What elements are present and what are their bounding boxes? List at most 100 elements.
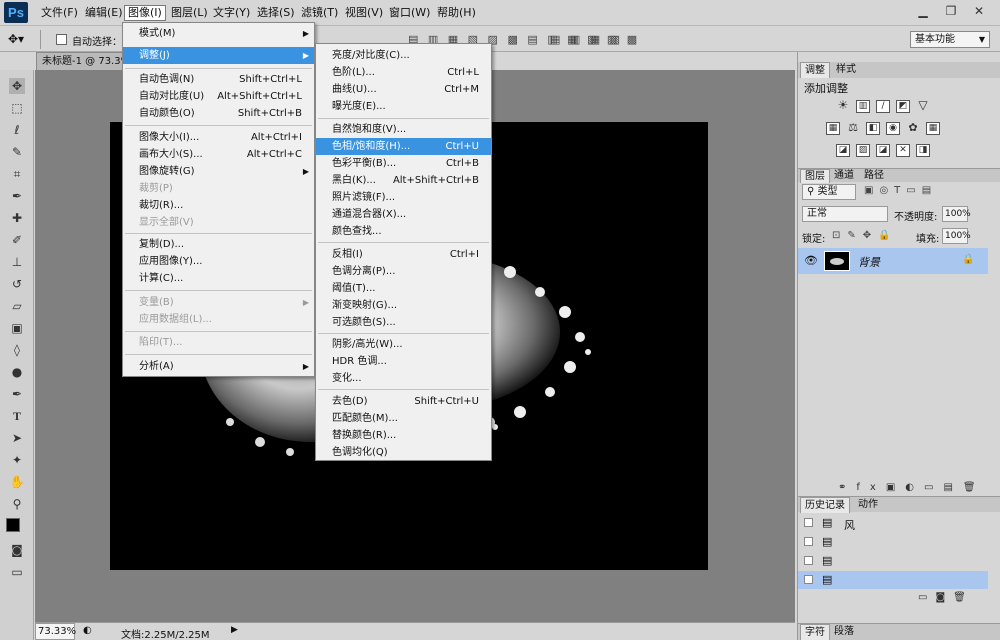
quick-select-tool-icon[interactable]: ✎ xyxy=(9,144,25,160)
menu-window[interactable]: 窗口(W) xyxy=(386,6,433,22)
history-checkbox[interactable] xyxy=(804,518,813,527)
menu-item-variables[interactable]: 变量(B) ▶ xyxy=(123,294,314,311)
tab-paragraph[interactable]: 段落 xyxy=(830,624,858,640)
color-balance-icon[interactable]: ⚖ xyxy=(846,122,860,135)
gradient-map-icon[interactable]: ✕ xyxy=(896,144,910,157)
history-item-selected[interactable]: ▤ xyxy=(798,571,988,589)
menu-item-reveal-all[interactable]: 显示全部(V) xyxy=(123,214,314,231)
menu-filter[interactable]: 滤镜(T) xyxy=(298,6,341,22)
gradient-tool-icon[interactable]: ▣ xyxy=(9,320,25,336)
menu-file[interactable]: 文件(F) xyxy=(38,6,81,22)
menu-item-desaturate[interactable]: 去色(D) Shift+Ctrl+U xyxy=(316,393,491,410)
menu-item-color-balance[interactable]: 色彩平衡(B)... Ctrl+B xyxy=(316,155,491,172)
history-checkbox[interactable] xyxy=(804,537,813,546)
layer-filter-icons[interactable]: ▣◎T▭▤ xyxy=(864,185,937,196)
layer-row-background[interactable]: 👁 背景 🔒 xyxy=(798,248,988,274)
menu-item-replace-color[interactable]: 替换颜色(R)... xyxy=(316,427,491,444)
eraser-tool-icon[interactable]: ▱ xyxy=(9,298,25,314)
menu-view[interactable]: 视图(V) xyxy=(342,6,386,22)
menu-item-image-size[interactable]: 图像大小(I)... Alt+Ctrl+I xyxy=(123,129,314,146)
exposure-icon[interactable]: ◩ xyxy=(896,100,910,113)
menu-item-trim[interactable]: 裁切(R)... xyxy=(123,197,314,214)
levels-icon[interactable]: ▥ xyxy=(856,100,870,113)
marquee-tool-icon[interactable]: ⬚ xyxy=(9,100,25,116)
menu-help[interactable]: 帮助(H) xyxy=(434,6,479,22)
hue-saturation-icon[interactable]: ▦ xyxy=(826,122,840,135)
stamp-tool-icon[interactable]: ⊥ xyxy=(9,254,25,270)
dodge-tool-icon[interactable]: ● xyxy=(9,364,25,380)
menu-item-rotation[interactable]: 图像旋转(G) ▶ xyxy=(123,163,314,180)
lock-icons[interactable]: ⊡✎✥🔒 xyxy=(832,230,898,241)
menu-edit[interactable]: 编辑(E) xyxy=(82,6,126,22)
menu-item-photo-filter[interactable]: 照片滤镜(F)... xyxy=(316,189,491,206)
restore-icon[interactable]: ❐ xyxy=(940,3,962,21)
tab-character[interactable]: 字符 xyxy=(800,624,830,640)
menu-item-auto-contrast[interactable]: 自动对比度(U) Alt+Shift+Ctrl+L xyxy=(123,88,314,105)
history-item[interactable]: ▤ xyxy=(798,533,988,551)
menu-item-black-white[interactable]: 黑白(K)... Alt+Shift+Ctrl+B xyxy=(316,172,491,189)
menu-item-crop[interactable]: 裁剪(P) xyxy=(123,180,314,197)
eye-icon[interactable]: 👁 xyxy=(804,254,818,267)
menu-item-auto-color[interactable]: 自动颜色(O) Shift+Ctrl+B xyxy=(123,105,314,122)
move-tool-icon[interactable]: ✥ xyxy=(9,78,25,94)
zoom-tool-icon[interactable]: ⚲ xyxy=(9,496,25,512)
menu-item-threshold[interactable]: 阈值(T)... xyxy=(316,280,491,297)
lasso-tool-icon[interactable]: ℓ xyxy=(9,122,25,138)
tab-layers[interactable]: 图层 xyxy=(800,169,830,183)
invert-icon[interactable]: ◪ xyxy=(836,144,850,157)
distribute-icons[interactable]: ▤ ▥ ▦ ▧ xyxy=(550,33,623,46)
hand-tool-icon[interactable]: ✋ xyxy=(9,474,25,490)
history-actions-icons[interactable]: ▭◙🗑 xyxy=(918,592,974,603)
menu-item-invert[interactable]: 反相(I) Ctrl+I xyxy=(316,246,491,263)
move-tool-icon[interactable]: ✥▾ xyxy=(8,32,24,46)
menu-layer[interactable]: 图层(L) xyxy=(168,6,211,22)
threshold-icon[interactable]: ◪ xyxy=(876,144,890,157)
menu-select[interactable]: 选择(S) xyxy=(254,6,298,22)
menu-item-apply-data-set[interactable]: 应用数据组(L)... xyxy=(123,311,314,328)
path-select-icon[interactable]: ➤ xyxy=(9,430,25,446)
tab-actions[interactable]: 动作 xyxy=(854,497,882,513)
menu-item-equalize[interactable]: 色调均化(Q) xyxy=(316,444,491,461)
menu-item-brightness-contrast[interactable]: 亮度/对比度(C)... xyxy=(316,47,491,64)
menu-type[interactable]: 文字(Y) xyxy=(210,6,253,22)
close-icon[interactable]: ✕ xyxy=(968,3,990,21)
photo-filter-icon[interactable]: ◉ xyxy=(886,122,900,135)
menu-item-posterize[interactable]: 色调分离(P)... xyxy=(316,263,491,280)
fill-field[interactable]: 100% xyxy=(942,228,971,244)
selective-color-icon[interactable]: ◨ xyxy=(916,144,930,157)
menu-item-duplicate[interactable]: 复制(D)... xyxy=(123,236,314,253)
menu-item-selective-color[interactable]: 可选颜色(S)... xyxy=(316,314,491,331)
menu-item-vibrance[interactable]: 自然饱和度(V)... xyxy=(316,121,491,138)
menu-item-adjustments[interactable]: 调整(J) ▶ xyxy=(123,47,314,64)
menu-item-color-lookup[interactable]: 颜色查找... xyxy=(316,223,491,240)
tab-styles[interactable]: 样式 xyxy=(832,62,860,78)
tab-channels[interactable]: 通道 xyxy=(830,169,858,183)
history-brush-icon[interactable]: ↺ xyxy=(9,276,25,292)
menu-item-mode[interactable]: 模式(M) ▶ xyxy=(123,25,314,42)
menu-item-trap[interactable]: 陷印(T)... xyxy=(123,334,314,351)
auto-select-checkbox[interactable] xyxy=(56,34,67,45)
status-icon[interactable]: ◐ xyxy=(83,625,92,636)
curves-icon[interactable]: ∕ xyxy=(876,100,890,113)
posterize-icon[interactable]: ▨ xyxy=(856,144,870,157)
document-tab[interactable]: 未标题-1 @ 73.3% xyxy=(36,52,126,70)
menu-item-gradient-map[interactable]: 渐变映射(G)... xyxy=(316,297,491,314)
pen-tool-icon[interactable]: ✒ xyxy=(9,386,25,402)
healing-tool-icon[interactable]: ✚ xyxy=(9,210,25,226)
vibrance-icon[interactable]: ▽ xyxy=(916,99,930,113)
brightness-icon[interactable]: ☀ xyxy=(836,99,850,113)
opacity-field[interactable]: 100% xyxy=(942,206,971,222)
foreground-color[interactable] xyxy=(6,518,20,532)
history-item[interactable]: ▤ xyxy=(798,552,988,570)
black-white-icon[interactable]: ◧ xyxy=(866,122,880,135)
history-checkbox[interactable] xyxy=(804,556,813,565)
tab-adjustments[interactable]: 调整 xyxy=(800,62,830,78)
menu-item-calculations[interactable]: 计算(C)... xyxy=(123,270,314,287)
menu-item-auto-tone[interactable]: 自动色调(N) Shift+Ctrl+L xyxy=(123,71,314,88)
quick-mask-icon[interactable]: ◙ xyxy=(9,542,25,558)
menu-item-variations[interactable]: 变化... xyxy=(316,370,491,387)
tab-history[interactable]: 历史记录 xyxy=(800,497,850,513)
status-arrow-icon[interactable]: ▶ xyxy=(231,625,238,635)
menu-item-hue-saturation[interactable]: 色相/饱和度(H)... Ctrl+U xyxy=(316,138,491,155)
history-item[interactable]: ▤ 风 xyxy=(798,514,988,532)
